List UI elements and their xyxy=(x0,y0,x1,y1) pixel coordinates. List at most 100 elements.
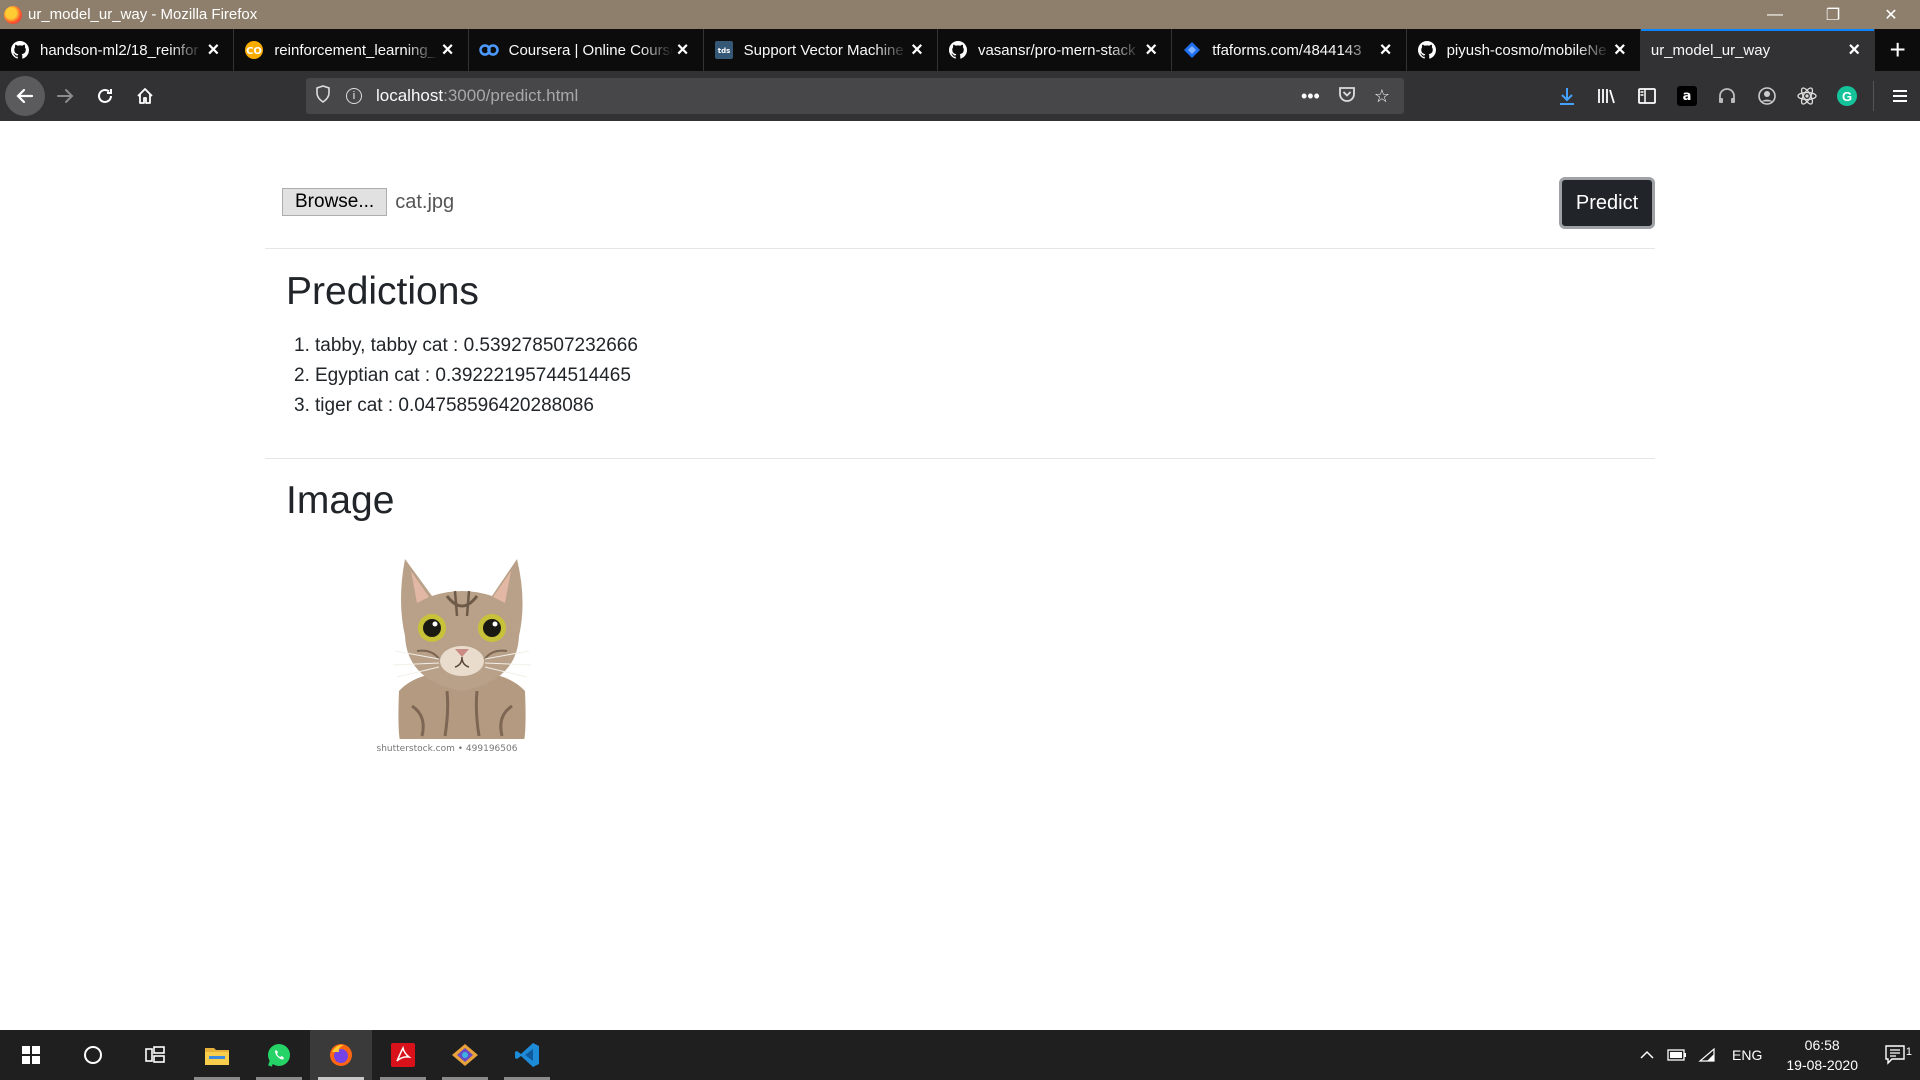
tab-tfaforms[interactable]: tfaforms.com/4844143 × xyxy=(1172,29,1407,71)
window-titlebar: ur_model_ur_way - Mozilla Firefox — ❐ ✕ xyxy=(0,0,1920,29)
close-window-button[interactable]: ✕ xyxy=(1862,0,1920,29)
predictions-heading: Predictions xyxy=(286,270,479,313)
folder-icon xyxy=(205,1048,229,1065)
tab-svm[interactable]: tds Support Vector Machine × xyxy=(704,29,938,71)
task-view-icon xyxy=(145,1046,165,1063)
svg-text:a: a xyxy=(1683,89,1692,104)
file-input[interactable]: Browse... cat.jpg xyxy=(282,188,454,216)
image-caption: shutterstock.com • 499196506 xyxy=(377,744,518,754)
site-info-icon[interactable]: i xyxy=(340,87,368,105)
tab-title: ur_model_ur_way xyxy=(1650,41,1771,59)
github-icon xyxy=(10,40,30,60)
tab-pro-mern-stack[interactable]: vasansr/pro-mern-stack × xyxy=(938,29,1173,71)
close-tab-icon[interactable]: × xyxy=(907,39,927,61)
close-tab-icon[interactable]: × xyxy=(438,39,458,61)
new-tab-button[interactable]: + xyxy=(1875,29,1920,71)
pocket-icon[interactable] xyxy=(1338,86,1356,107)
bookmark-star-icon[interactable]: ☆ xyxy=(1374,86,1390,107)
image-heading: Image xyxy=(286,479,395,522)
url-text[interactable]: localhost:3000/predict.html xyxy=(376,86,578,106)
wifi-icon[interactable] xyxy=(1692,1047,1722,1063)
github-icon xyxy=(948,40,968,60)
app-diamond-icon xyxy=(452,1044,478,1066)
notifications-button[interactable]: 1 xyxy=(1872,1044,1920,1066)
url-bar[interactable]: i localhost:3000/predict.html ••• ☆ xyxy=(306,78,1404,114)
taskbar-git-app[interactable] xyxy=(434,1030,496,1080)
grammarly-icon[interactable]: G xyxy=(1827,76,1867,116)
close-tab-icon[interactable]: × xyxy=(203,39,223,61)
divider xyxy=(265,248,1655,249)
taskbar-vscode[interactable] xyxy=(496,1030,558,1080)
page-actions-icon[interactable]: ••• xyxy=(1301,86,1320,107)
restore-button[interactable]: ❐ xyxy=(1804,0,1862,29)
tracking-protection-shield-icon[interactable] xyxy=(306,84,340,108)
close-tab-icon[interactable]: × xyxy=(1610,39,1630,61)
close-tab-icon[interactable]: × xyxy=(1141,39,1161,61)
page-content: Browse... cat.jpg Predict Predictions 1.… xyxy=(0,121,1920,1030)
arrow-right-icon xyxy=(57,89,74,103)
notification-count: 1 xyxy=(1905,1046,1912,1058)
prediction-item: 3. tiger cat : 0.04758596420288086 xyxy=(294,395,594,416)
home-button[interactable] xyxy=(125,76,165,116)
firefox-icon xyxy=(330,1044,352,1066)
vscode-icon xyxy=(515,1043,539,1067)
task-view-button[interactable] xyxy=(124,1030,186,1080)
close-tab-icon[interactable]: × xyxy=(1844,39,1864,61)
formassembly-icon xyxy=(1182,40,1202,60)
svg-text:CO: CO xyxy=(246,46,262,57)
downloads-icon[interactable] xyxy=(1547,76,1587,116)
upload-form: Browse... cat.jpg Predict xyxy=(265,177,1655,229)
start-button[interactable] xyxy=(0,1030,62,1080)
home-icon xyxy=(137,88,153,104)
amazon-extension-icon[interactable]: a xyxy=(1667,76,1707,116)
tab-handson-ml2[interactable]: handson-ml2/18_reinfor × xyxy=(0,29,235,71)
back-button[interactable] xyxy=(5,76,45,116)
tab-strip: handson-ml2/18_reinfor × CO reinforcemen… xyxy=(0,29,1920,71)
window-title: ur_model_ur_way - Mozilla Firefox xyxy=(28,6,258,23)
divider xyxy=(265,458,1655,459)
close-tab-icon[interactable]: × xyxy=(1376,39,1396,61)
tab-title: piyush-cosmo/mobileNe xyxy=(1446,41,1607,59)
notification-speech-icon xyxy=(1885,1045,1905,1065)
clock-date: 19-08-2020 xyxy=(1786,1057,1858,1073)
prediction-item: 2. Egyptian cat : 0.39222195744514465 xyxy=(294,365,631,386)
sidebar-icon[interactable] xyxy=(1627,76,1667,116)
coursera-icon xyxy=(478,40,499,60)
tab-piyush-cosmo[interactable]: piyush-cosmo/mobileNe × xyxy=(1407,29,1641,71)
minimize-button[interactable]: — xyxy=(1746,0,1804,29)
forward-button[interactable] xyxy=(45,76,85,116)
tab-reinforcement-learning[interactable]: CO reinforcement_learning_ × xyxy=(234,29,469,71)
reload-button[interactable] xyxy=(85,76,125,116)
taskbar-acrobat[interactable] xyxy=(372,1030,434,1080)
prediction-item: 1. tabby, tabby cat : 0.539278507232666 xyxy=(294,335,638,356)
close-tab-icon[interactable]: × xyxy=(673,39,693,61)
tab-title: Support Vector Machine xyxy=(743,41,904,59)
uploaded-cat-image: shutterstock.com • 499196506 xyxy=(377,541,547,756)
library-icon[interactable] xyxy=(1587,76,1627,116)
taskbar-firefox[interactable] xyxy=(310,1030,372,1080)
tray-chevron-up-icon[interactable] xyxy=(1632,1050,1662,1060)
react-devtools-icon[interactable] xyxy=(1787,76,1827,116)
firefox-logo-icon xyxy=(4,5,22,24)
acrobat-icon xyxy=(391,1043,415,1067)
extension-headphones-icon[interactable] xyxy=(1707,76,1747,116)
tab-coursera[interactable]: Coursera | Online Course × xyxy=(469,29,704,71)
predict-button[interactable]: Predict xyxy=(1559,177,1655,229)
tab-ur-model-ur-way[interactable]: ur_model_ur_way × xyxy=(1640,29,1876,71)
menu-hamburger-icon[interactable] xyxy=(1880,76,1920,116)
search-button[interactable] xyxy=(62,1030,124,1080)
taskbar-whatsapp[interactable] xyxy=(248,1030,310,1080)
navigation-toolbar: i localhost:3000/predict.html ••• ☆ a G xyxy=(0,71,1920,121)
cortana-circle-icon xyxy=(84,1046,102,1064)
github-icon xyxy=(1417,40,1437,60)
svg-text:tds: tds xyxy=(717,47,730,55)
language-indicator[interactable]: ENG xyxy=(1732,1047,1762,1063)
clock[interactable]: 06:58 19-08-2020 xyxy=(1786,1035,1858,1075)
battery-icon[interactable] xyxy=(1662,1049,1692,1061)
windows-taskbar: ENG 06:58 19-08-2020 1 xyxy=(0,1030,1920,1080)
browse-button[interactable]: Browse... xyxy=(282,188,388,216)
account-icon[interactable] xyxy=(1747,76,1787,116)
tab-title: vasansr/pro-mern-stack xyxy=(977,41,1136,59)
predictions-list: 1. tabby, tabby cat : 0.539278507232666 2… xyxy=(294,331,638,421)
taskbar-file-explorer[interactable] xyxy=(186,1030,248,1080)
